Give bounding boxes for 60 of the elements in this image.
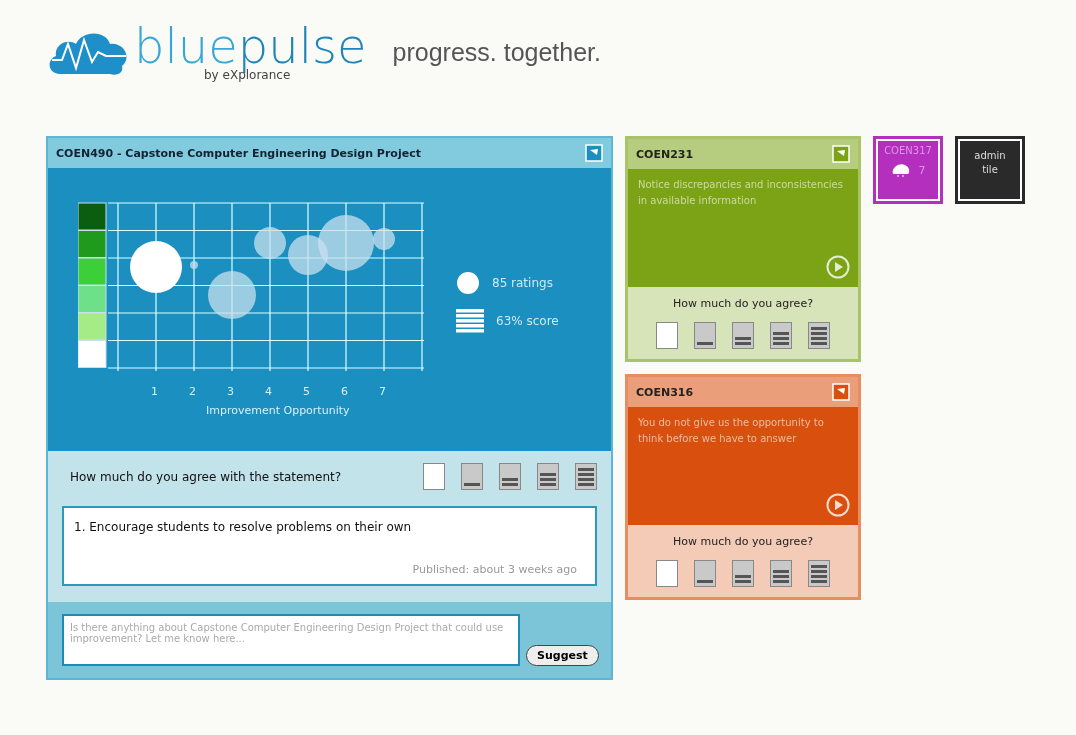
agreement-option-button[interactable] [537,463,559,490]
agreement-option-button[interactable] [656,560,678,587]
agreement-option-button[interactable] [808,322,830,349]
statement-text: 1. Encourage students to resolve problems on their own [74,520,413,534]
bars-icon [456,309,484,333]
play-icon[interactable] [826,255,850,279]
bubble [208,271,256,319]
tile-title: COEN317 [884,145,932,156]
color-scale-swatch [78,202,107,231]
color-scale-swatch [78,312,107,341]
published-time: Published: about 3 weeks ago [412,563,577,576]
axis-title: Improvement Opportunity [206,404,351,417]
axis-tick-label: 3 [227,385,235,398]
color-scale-swatch [78,230,107,258]
agreement-option-button[interactable] [656,322,678,349]
agreement-option-button[interactable] [694,322,716,349]
cloud-icon [890,162,911,178]
question-text: How much do you agree? [672,297,814,310]
tile-menu-icon[interactable] [832,145,850,163]
card-title: COEN316 [636,385,694,399]
bubble [254,227,286,259]
tile-menu-icon[interactable] [832,383,850,401]
play-icon[interactable] [826,493,850,517]
course-tile[interactable]: admin tile [958,139,1022,201]
bubble [190,261,198,269]
question-text: How much do you agree with the statement? [70,469,342,484]
tile-title: admin tile [973,149,1007,177]
agreement-option-button[interactable] [808,560,830,587]
statement-text: Notice discrepancies and inconsistencies in available information [638,178,844,208]
tile-menu-icon[interactable] [585,144,603,162]
agreement-option-button[interactable] [732,560,754,587]
bubble [130,241,182,293]
axis-tick-label: 6 [341,385,349,398]
color-scale-swatch [78,285,107,313]
question-text: How much do you agree? [672,535,814,548]
color-scale-swatch [78,340,107,368]
tile-count: 7 [918,163,926,177]
agreement-option-button[interactable] [461,463,483,490]
agreement-option-button[interactable] [770,560,792,587]
agreement-option-button[interactable] [732,322,754,349]
agreement-option-button[interactable] [575,463,597,490]
color-scale-swatch [78,257,107,286]
agreement-option-button[interactable] [770,322,792,349]
tagline: progress. together. [392,38,601,67]
circle-icon [456,271,480,295]
card-title: COEN231 [636,147,694,161]
axis-tick-label: 7 [379,385,387,398]
axis-tick-label: 2 [189,385,197,398]
suggest-button[interactable]: Suggest [526,645,599,666]
axis-tick-label: 1 [151,385,159,398]
statement-text: You do not give us the opportunity to think before we have to answer [638,416,825,446]
axis-tick-label: 4 [265,385,273,398]
axis-tick-label: 5 [303,385,311,398]
agreement-option-button[interactable] [499,463,521,490]
legend-label: 63% score [496,314,559,328]
agreement-option-button[interactable] [423,463,445,490]
suggestion-field[interactable]: Is there anything about Capstone Computer Engineering Design Project that could use improvement? Let me know here... [62,614,520,666]
legend-label: 85 ratings [492,276,553,290]
agreement-option-button[interactable] [694,560,716,587]
card-title: COEN490 - Capstone Computer Engineering Design Project [56,146,421,160]
